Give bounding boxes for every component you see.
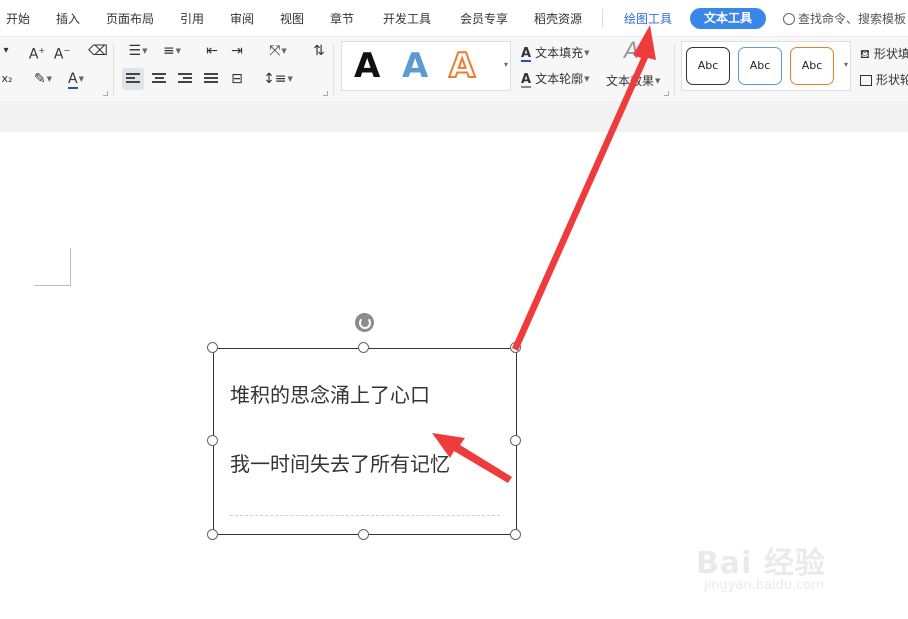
paint-bucket-icon: ⛾ [860, 47, 870, 61]
text-outline-icon: A [521, 72, 532, 88]
shape-outline-button[interactable]: 形状轮 [860, 71, 908, 88]
tab-text-tools[interactable]: 文本工具 [690, 8, 766, 29]
text-direction-icon[interactable]: ⤧▼ [263, 40, 293, 62]
text-outline-button[interactable]: A 文本轮廓▼ [521, 70, 589, 88]
ribbon-separator [333, 43, 334, 95]
highlight-color-icon[interactable]: ✎▼ [28, 68, 58, 90]
shape-style-gallery: Abc Abc Abc ▾ [681, 41, 851, 91]
text-group-launcher-icon[interactable] [664, 91, 669, 96]
resize-handle-top-left[interactable] [207, 342, 218, 353]
text-style-gallery: A A A ▾ [341, 41, 511, 91]
text-effect-button[interactable]: 文本效果▼ [606, 72, 660, 89]
paragraph-group-launcher-icon[interactable] [323, 91, 328, 96]
gallery-expand-icon[interactable]: ▾ [504, 60, 508, 69]
font-group-launcher-icon[interactable] [103, 91, 108, 96]
text-fill-icon: A [521, 46, 532, 62]
tab-drawing-tools[interactable]: 绘图工具 [624, 10, 672, 27]
resize-handle-right[interactable] [510, 435, 521, 446]
tab-section[interactable]: 章节 [330, 10, 354, 27]
shape-style-black[interactable]: Abc [686, 47, 730, 85]
shape-outline-label: 形状轮 [876, 73, 908, 87]
resize-handle-bottom-right[interactable] [510, 529, 521, 540]
font-size-dropdown-icon[interactable]: ▾ [0, 40, 12, 62]
shape-outline-icon [860, 75, 872, 86]
tab-docer[interactable]: 稻壳资源 [534, 10, 582, 27]
ribbon-toolbar: ▾ A+ A− ⌫ x₂ ✎▼ A▼ ☰▼ ≡▼ ⇤ ⇥ ⤧▼ ⇅ ⊟ ↕≡▼ … [0, 36, 908, 101]
increase-font-icon[interactable]: A+ [26, 40, 48, 63]
watermark-url: jingyan.baidu.com [704, 578, 824, 593]
shape-fill-label: 形状填 [873, 47, 908, 61]
text-outline-label: 文本轮廓 [535, 72, 584, 86]
text-box[interactable]: 堆积的思念涌上了心口 我一时间失去了所有记忆 [213, 348, 517, 535]
text-box-line-1[interactable]: 堆积的思念涌上了心口 [230, 379, 430, 408]
page-margin-marker [34, 248, 71, 286]
ribbon-separator [674, 43, 675, 95]
bullet-list-icon[interactable]: ☰▼ [124, 40, 152, 62]
resize-handle-top-right[interactable] [510, 342, 521, 353]
decrease-font-icon[interactable]: A− [51, 40, 73, 63]
subscript-icon[interactable]: x₂ [0, 68, 14, 90]
shape-gallery-expand-icon[interactable]: ▾ [844, 60, 848, 69]
command-search[interactable]: 查找命令、搜索模板 [783, 10, 906, 27]
text-box-dashed-guide [230, 515, 500, 516]
text-effect-label: 文本效果 [606, 74, 655, 88]
tab-member[interactable]: 会员专享 [460, 10, 508, 27]
tab-developer[interactable]: 开发工具 [383, 10, 431, 27]
command-search-text: 查找命令、搜索模板 [798, 12, 907, 26]
tab-references[interactable]: 引用 [180, 10, 204, 27]
baidu-watermark: Bai 经验 jingyan.baidu.com [696, 538, 866, 600]
shape-style-blue[interactable]: Abc [738, 47, 782, 85]
watermark-brand: Bai 经验 [696, 546, 826, 581]
menu-bar: 开始 插入 页面布局 引用 审阅 视图 章节 开发工具 会员专享 稻壳资源 绘图… [0, 0, 908, 36]
text-fill-label: 文本填充 [535, 46, 584, 60]
search-icon [783, 13, 795, 25]
tab-insert[interactable]: 插入 [56, 10, 80, 27]
decrease-indent-icon[interactable]: ⇤ [201, 40, 223, 62]
text-fill-button[interactable]: A 文本填充▼ [521, 44, 589, 62]
text-style-black[interactable]: A [354, 46, 380, 86]
line-spacing-icon[interactable]: ↕≡▼ [263, 68, 293, 90]
justify-icon[interactable] [200, 68, 222, 90]
text-effect-icon[interactable]: A [624, 39, 639, 64]
tab-view[interactable]: 视图 [280, 10, 304, 27]
text-style-blue[interactable]: A [402, 46, 428, 86]
shape-style-orange[interactable]: Abc [790, 47, 834, 85]
tab-review[interactable]: 审阅 [230, 10, 254, 27]
align-right-icon[interactable] [174, 68, 196, 90]
shape-fill-button[interactable]: ⛾ 形状填 [860, 45, 908, 63]
tab-page-layout[interactable]: 页面布局 [106, 10, 154, 27]
tab-home[interactable]: 开始 [6, 10, 30, 27]
numbered-list-icon[interactable]: ≡▼ [158, 40, 186, 62]
resize-handle-top[interactable] [358, 342, 369, 353]
rotate-handle-icon[interactable] [355, 313, 374, 332]
ruler-strip [0, 101, 908, 132]
resize-handle-bottom[interactable] [358, 529, 369, 540]
align-center-icon[interactable] [148, 68, 170, 90]
resize-handle-bottom-left[interactable] [207, 529, 218, 540]
menu-separator [602, 9, 603, 27]
text-box-line-2[interactable]: 我一时间失去了所有记忆 [230, 448, 450, 477]
increase-indent-icon[interactable]: ⇥ [226, 40, 248, 62]
resize-handle-left[interactable] [207, 435, 218, 446]
font-color-icon[interactable]: A▼ [62, 68, 90, 90]
align-left-icon[interactable] [122, 68, 144, 90]
ribbon-separator [113, 43, 114, 95]
distributed-align-icon[interactable]: ⊟ [226, 68, 248, 90]
sort-icon[interactable]: ⇅ [308, 40, 330, 62]
text-style-orange-outline[interactable]: A [448, 45, 476, 87]
clear-format-icon[interactable]: ⌫ [87, 40, 109, 62]
